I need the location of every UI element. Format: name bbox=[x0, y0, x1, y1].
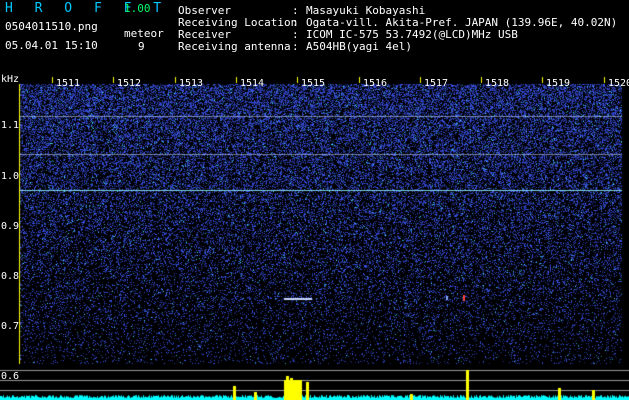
x-tick-label: 1515 bbox=[301, 78, 326, 89]
y-tick-label: 0.9 bbox=[1, 221, 20, 232]
antenna-value: A504HB(yagi 4el) bbox=[306, 40, 412, 53]
antenna-label: Receiving antenna bbox=[178, 40, 291, 53]
x-tick-label: 1512 bbox=[117, 78, 142, 89]
meteor-count: 9 bbox=[138, 40, 145, 53]
y-tick-label: 0.7 bbox=[1, 321, 20, 332]
spectrogram-canvas bbox=[0, 74, 629, 400]
y-tick-label: 1.1 bbox=[1, 120, 20, 131]
filename: 0504011510.png bbox=[5, 20, 98, 33]
y-tick-label: 0.8 bbox=[1, 271, 20, 282]
x-tick-label: 1518 bbox=[485, 78, 510, 89]
spectrogram: kHz 1.1 1.0 0.9 0.8 0.7 0.6 1511 1512 1513 1514 151… bbox=[0, 74, 629, 400]
x-tick-label: 1520 bbox=[608, 78, 629, 89]
app-version: 1.00 bbox=[124, 2, 151, 15]
y-tick-label: 0.6 bbox=[1, 371, 20, 382]
x-tick-label: 1517 bbox=[424, 78, 449, 89]
y-unit-label: kHz bbox=[1, 74, 20, 85]
x-tick-label: 1513 bbox=[179, 78, 204, 89]
meteor-label: meteor bbox=[124, 27, 164, 40]
colon: : bbox=[292, 40, 299, 53]
x-tick-label: 1514 bbox=[240, 78, 265, 89]
y-tick-label: 1.0 bbox=[1, 171, 20, 182]
datetime: 05.04.01 15:10 bbox=[5, 39, 98, 52]
x-tick-label: 1519 bbox=[546, 78, 571, 89]
x-tick-label: 1516 bbox=[363, 78, 388, 89]
x-tick-label: 1511 bbox=[56, 78, 81, 89]
